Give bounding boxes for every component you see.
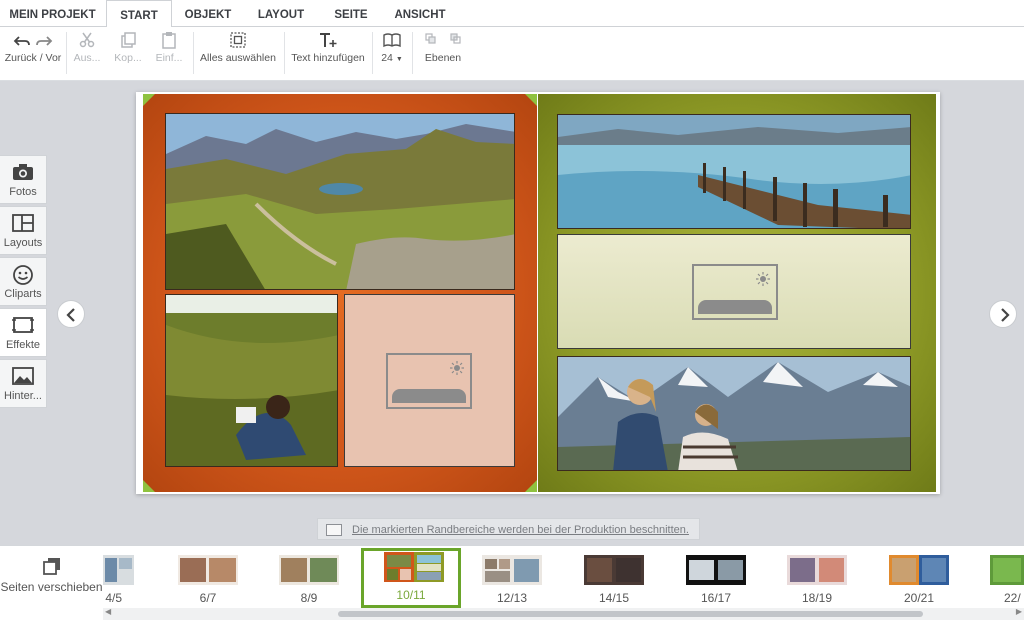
toolbar-divider [412,32,413,74]
tab-ansicht[interactable]: ANSICHT [384,0,456,27]
photo-woman-reading-grass[interactable] [165,294,338,467]
trim-corner-marker [143,94,155,106]
layers-label: Ebenen [424,52,462,64]
thumbnail-18-19[interactable]: 18/19 [767,551,867,608]
select-all-icon [197,31,279,49]
chevron-left-icon [66,308,75,322]
page-thumbnail-strip: Seiten verschieben 4/5 6/7 8/9 10/11 12/… [0,545,1024,620]
thumbnail-10-11[interactable]: 10/11 [361,548,461,608]
thumbnail-label: 12/13 [496,591,528,605]
thumbnail-label: 10/11 [396,588,426,602]
trim-corner-marker [525,480,537,492]
paste-button[interactable]: Einf... [152,31,186,64]
image-placeholder-icon [386,353,472,409]
add-text-button[interactable]: Text hinzufügen [288,31,368,64]
copy-icon [110,31,146,49]
book-icon [376,31,408,49]
thumbnail-16-17[interactable]: 16/17 [666,551,766,608]
thumbnail-8-9[interactable]: 8/9 [259,551,359,608]
add-text-label: Text hinzufügen [291,52,365,64]
select-all-button[interactable]: Alles auswählen [197,31,279,64]
select-all-label: Alles auswählen [200,52,276,64]
dropdown-arrow-icon: ▼ [395,56,403,63]
menu-bar: MEIN PROJEKT START OBJEKT LAYOUT SEITE A… [0,0,1024,28]
font-size-dropdown[interactable]: 24 ▼ [376,31,408,64]
thumbnail-label: 20/21 [903,591,935,605]
font-size-value: 24 [381,52,393,64]
thumbnail-scrollbar-thumb[interactable] [338,611,923,617]
sidebar-item-effekte[interactable]: Effekte [0,308,47,357]
sidebar-item-label: Layouts [3,237,43,249]
scissors-icon [70,31,104,49]
thumbnail-label: 16/17 [700,591,732,605]
sun-icon [756,272,770,286]
photo-mother-daughter-mountains[interactable] [557,356,911,471]
copy-button[interactable]: Kop... [110,31,146,64]
image-placeholder-icon [692,264,778,320]
tab-layout[interactable]: LAYOUT [244,0,318,27]
text-plus-icon [288,31,368,49]
sidebar-item-fotos[interactable]: Fotos [0,155,47,204]
trim-area-notice-text[interactable]: Die markierten Randbereiche werden bei d… [352,524,689,536]
thumbnail-label: 14/15 [598,591,630,605]
camera-icon [0,162,46,184]
cut-button[interactable]: Aus... [70,31,104,64]
toolbar-divider [66,32,67,74]
layers-button[interactable]: Ebenen [418,31,468,64]
trim-area-marker-swatch [326,524,342,536]
sidebar-item-label: Fotos [9,186,37,198]
tab-mein-projekt[interactable]: MEIN PROJEKT [0,0,105,27]
image-placeholder[interactable] [557,234,911,349]
next-page-button[interactable] [989,300,1017,328]
tab-start[interactable]: START [106,0,172,28]
sidebar-item-layouts[interactable]: Layouts [0,206,47,255]
sidebar-item-label: Hinter... [4,390,42,402]
photo-mountain-landscape[interactable] [165,113,515,290]
image-placeholder[interactable] [344,294,515,467]
paste-icon [152,31,186,49]
thumbnail-12-13[interactable]: 12/13 [462,551,562,608]
chevron-right-icon [1001,308,1010,322]
background-image-icon [0,366,46,388]
toolbar-divider [284,32,285,74]
sidebar-item-label: Effekte [5,339,41,351]
undo-redo-label: Zurück / Vor [4,52,62,64]
previous-page-button[interactable] [57,300,85,328]
thumbnail-22[interactable]: 22/ [970,551,1024,608]
trim-corner-marker [143,480,155,492]
cut-label: Aus... [73,52,101,64]
toolbar: Zurück / Vor Aus... Kop... Einf... Alles… [0,27,1024,81]
trim-corner-marker [525,94,537,106]
sidebar-item-cliparts[interactable]: Cliparts [0,257,47,306]
undo-icon[interactable] [13,36,30,46]
smiley-icon [0,264,46,286]
sidebar-item-label: Cliparts [4,288,42,300]
thumbnail-6-7[interactable]: 6/7 [158,551,258,608]
frame-effects-icon [0,315,46,337]
layout-grid-icon [0,213,46,235]
copy-label: Kop... [114,52,142,64]
toolbar-divider [372,32,373,74]
thumbnail-20-21[interactable]: 20/21 [869,551,969,608]
thumbnail-label: 6/7 [199,591,217,605]
photo-lake-pier[interactable] [557,114,911,229]
thumbnail-label: 8/9 [300,591,318,605]
thumbnail-label: 18/19 [801,591,833,605]
sun-icon [450,361,464,375]
redo-icon[interactable] [36,36,53,46]
sidebar-item-hintergrund[interactable]: Hinter... [0,359,47,408]
toolbar-divider [193,32,194,74]
tab-objekt[interactable]: OBJEKT [174,0,242,27]
scroll-left-arrow-icon[interactable]: ◀ [105,607,111,616]
undo-redo-group: Zurück / Vor [2,31,64,64]
scroll-right-arrow-icon[interactable]: ▶ [1016,607,1022,616]
layers-icon [418,31,468,49]
thumbnail-label: 22/ [1004,591,1021,605]
thumbnail-scrollbar[interactable]: ◀ ▶ [103,607,1024,620]
thumbnail-14-15[interactable]: 14/15 [564,551,664,608]
trim-area-notice: Die markierten Randbereiche werden bei d… [317,518,700,540]
tab-seite[interactable]: SEITE [320,0,382,27]
paste-label: Einf... [155,52,183,64]
